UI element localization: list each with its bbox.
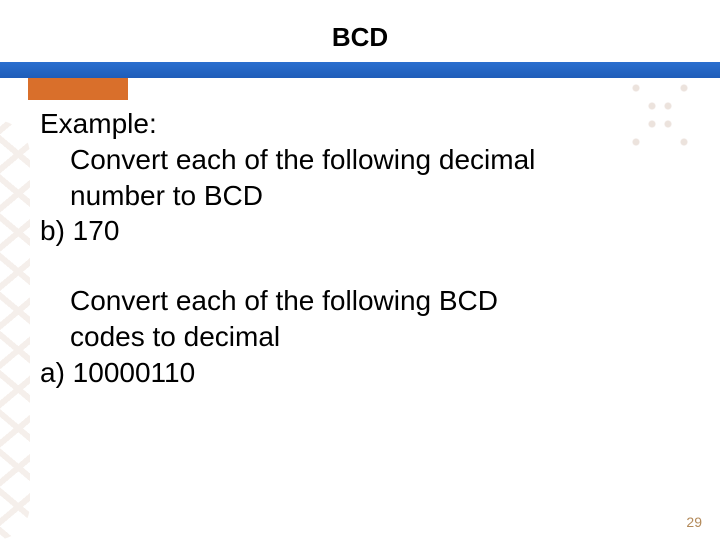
task1-line2: number to BCD — [40, 178, 680, 214]
page-number: 29 — [686, 514, 702, 530]
item-b: b) 170 — [40, 213, 680, 249]
task1-line1: Convert each of the following decimal — [40, 142, 680, 178]
example-label: Example: — [40, 106, 680, 142]
task2-line1: Convert each of the following BCD — [40, 283, 680, 319]
item-a: a) 10000110 — [40, 355, 680, 391]
decoration-side-helix-icon — [0, 120, 30, 540]
slide-title: BCD — [0, 22, 720, 53]
header-blue-bar — [0, 62, 720, 78]
header-orange-tab — [28, 78, 128, 100]
task2-line2: codes to decimal — [40, 319, 680, 355]
slide-content: Example: Convert each of the following d… — [40, 106, 680, 391]
